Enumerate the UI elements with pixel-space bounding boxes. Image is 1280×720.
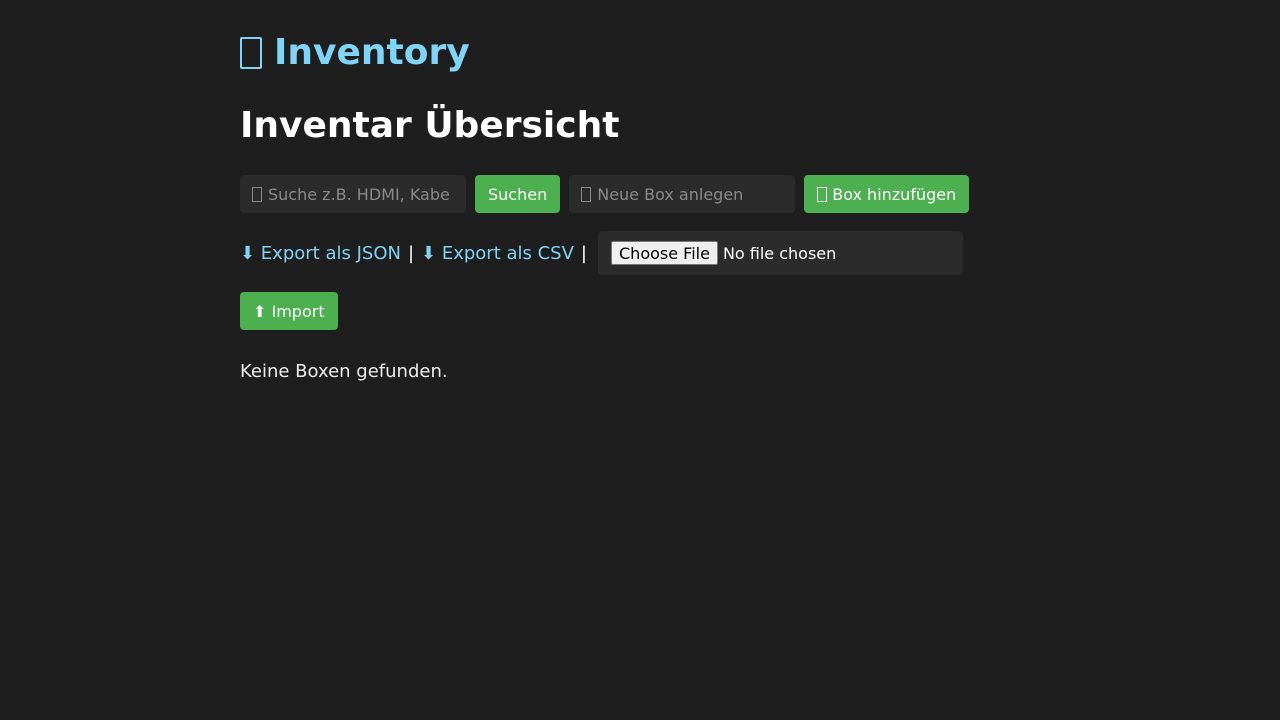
new-box-input-placeholder: Neue Box anlegen <box>597 184 744 204</box>
export-json-link[interactable]: ⬇ Export als JSON <box>240 243 401 264</box>
app-title: Inventory <box>240 32 470 74</box>
export-csv-link[interactable]: ⬇ Export als CSV <box>421 243 574 264</box>
plus-icon <box>817 186 828 202</box>
file-input[interactable]: Choose File No file chosen <box>598 231 963 275</box>
app-title-text: Inventory <box>274 32 470 73</box>
new-box-input[interactable]: Neue Box anlegen <box>569 175 796 213</box>
search-input-placeholder: Suche z.B. HDMI, Kabe <box>268 184 450 204</box>
add-box-button[interactable]: Box hinzufügen <box>804 175 970 213</box>
empty-state-message: Keine Boxen gefunden. <box>240 361 448 382</box>
choose-file-button[interactable]: Choose File <box>611 241 718 265</box>
import-row: ⬆ Import <box>240 292 338 330</box>
separator: | <box>580 242 587 264</box>
separator: | <box>407 242 415 264</box>
search-button[interactable]: Suchen <box>475 175 561 213</box>
export-import-bar: ⬇ Export als JSON | ⬇ Export als CSV | C… <box>240 231 963 275</box>
page-title: Inventar Übersicht <box>240 105 620 146</box>
add-box-button-label: Box hinzufügen <box>832 184 957 204</box>
search-icon <box>252 186 262 202</box>
box-icon <box>581 186 592 202</box>
import-button[interactable]: ⬆ Import <box>240 292 338 330</box>
search-input[interactable]: Suche z.B. HDMI, Kabe <box>240 175 466 213</box>
toolbar: Suche z.B. HDMI, Kabe Suchen Neue Box an… <box>240 175 970 213</box>
package-icon <box>240 37 262 69</box>
file-status: No file chosen <box>722 243 837 263</box>
